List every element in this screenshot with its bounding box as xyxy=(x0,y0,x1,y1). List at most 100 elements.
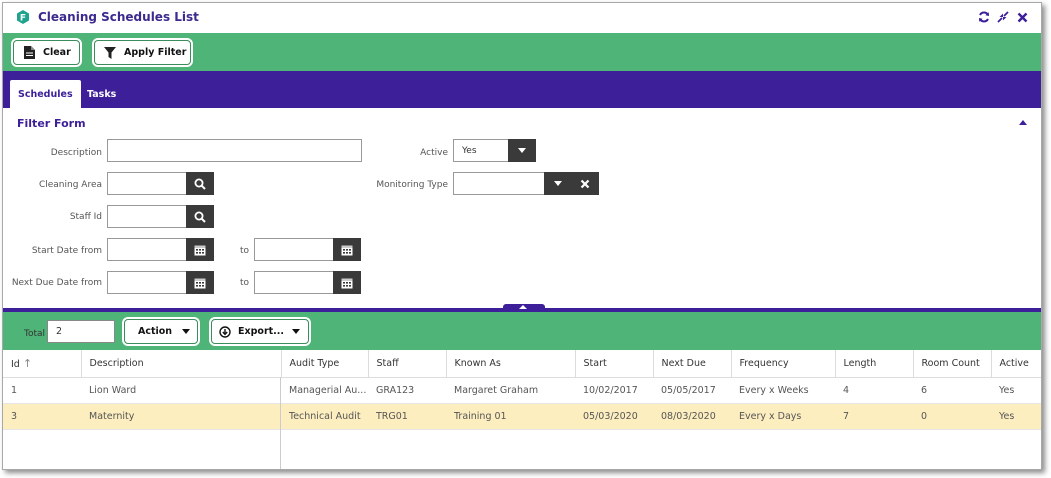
sort-ascending-icon: ↑ xyxy=(22,356,33,370)
cell-next-due: 08/03/2020 xyxy=(653,403,731,430)
schedules-grid: Id ↑ Description Audit Type Staff Known … xyxy=(3,350,1041,469)
next-due-to-input[interactable] xyxy=(254,271,334,294)
calendar-icon xyxy=(194,278,206,288)
grid-toolbar: Total 2 Action Export... xyxy=(3,312,1041,350)
cell-audit-type: Managerial Au... xyxy=(281,377,368,404)
monitoring-type-label: Monitoring Type xyxy=(376,180,448,190)
download-circle-icon xyxy=(219,325,231,338)
next-due-from-calendar-button[interactable] xyxy=(186,271,214,294)
cell-description: Lion Ward xyxy=(81,377,281,404)
staff-id-label: Staff Id xyxy=(69,212,102,222)
column-header-room-count[interactable]: Room Count xyxy=(913,350,992,378)
cell-start: 05/03/2020 xyxy=(575,403,653,430)
active-select[interactable]: Yes xyxy=(453,139,509,162)
tab-tasks[interactable]: Tasks xyxy=(79,80,124,108)
description-input[interactable] xyxy=(107,139,362,162)
chevron-up-icon xyxy=(519,305,527,309)
window-title: Cleaning Schedules List xyxy=(38,10,199,24)
filter-icon xyxy=(103,46,117,60)
chevron-down-icon xyxy=(518,148,526,153)
start-date-to-input[interactable] xyxy=(254,238,334,261)
column-header-description[interactable]: Description xyxy=(81,350,282,378)
clear-button[interactable]: Clear xyxy=(11,38,82,67)
chevron-down-icon xyxy=(292,329,300,334)
apply-filter-button[interactable]: Apply Filter xyxy=(92,38,193,67)
next-due-from-label: Next Due Date from xyxy=(11,278,102,288)
document-icon xyxy=(22,46,36,60)
app-logo-icon: F xyxy=(17,10,29,24)
cleaning-area-label: Cleaning Area xyxy=(38,180,102,190)
monitoring-type-select[interactable] xyxy=(453,172,545,195)
next-due-to-label: to xyxy=(239,278,249,288)
column-header-length[interactable]: Length xyxy=(835,350,914,378)
table-row[interactable]: 1 Lion Ward Managerial Au... GRA123 Marg… xyxy=(3,377,1041,404)
table-row-selected[interactable]: 3 Maternity Technical Audit TRG01 Traini… xyxy=(3,403,1041,430)
window-controls xyxy=(977,10,1029,24)
minimize-arrows-icon[interactable] xyxy=(996,10,1010,24)
next-due-from-input[interactable] xyxy=(107,271,187,294)
column-header-staff[interactable]: Staff xyxy=(368,350,447,378)
tab-schedules[interactable]: Schedules xyxy=(10,80,81,108)
collapse-filter-icon[interactable] xyxy=(1019,120,1027,125)
cell-length: 7 xyxy=(835,403,913,430)
column-header-next-due[interactable]: Next Due xyxy=(653,350,732,378)
start-date-to-calendar-button[interactable] xyxy=(333,238,361,261)
column-header-known-as[interactable]: Known As xyxy=(446,350,576,378)
frozen-column-divider xyxy=(280,377,281,469)
export-button-label: Export... xyxy=(238,326,284,337)
cell-audit-type: Technical Audit xyxy=(281,403,368,430)
total-count-field: 2 xyxy=(47,320,115,343)
chevron-down-icon xyxy=(554,181,562,186)
cell-frequency: Every x Days xyxy=(731,403,835,430)
start-date-to-label: to xyxy=(239,246,249,256)
column-header-active[interactable]: Active xyxy=(991,350,1041,378)
chevron-down-icon xyxy=(182,329,191,334)
cell-staff: TRG01 xyxy=(368,403,446,430)
description-label: Description xyxy=(50,148,102,158)
cell-description: Maternity xyxy=(81,403,281,430)
cell-id: 1 xyxy=(3,377,81,404)
start-date-from-input[interactable] xyxy=(107,238,187,261)
filter-form-title: Filter Form xyxy=(17,117,86,130)
close-icon[interactable] xyxy=(1015,10,1029,24)
cell-room-count: 6 xyxy=(913,377,991,404)
tab-bar: Schedules Tasks xyxy=(3,71,1041,108)
cell-known-as: Training 01 xyxy=(446,403,575,430)
cleaning-schedules-window: F Cleaning Schedules List Clear Apply Fi… xyxy=(2,2,1042,470)
refresh-icon[interactable] xyxy=(977,10,991,24)
cell-next-due: 05/05/2017 xyxy=(653,377,731,404)
cell-known-as: Margaret Graham xyxy=(446,377,575,404)
cleaning-area-search-button[interactable] xyxy=(186,172,214,195)
cell-active: Yes xyxy=(991,403,1041,430)
svg-text:F: F xyxy=(20,14,26,24)
clear-x-icon xyxy=(580,179,590,188)
staff-id-search-button[interactable] xyxy=(186,205,214,228)
calendar-icon xyxy=(194,245,206,255)
next-due-to-calendar-button[interactable] xyxy=(333,271,361,294)
cleaning-area-input[interactable] xyxy=(107,172,187,195)
main-toolbar: Clear Apply Filter xyxy=(3,33,1041,71)
export-button[interactable]: Export... xyxy=(209,317,311,346)
cell-id: 3 xyxy=(3,403,81,430)
title-bar: F Cleaning Schedules List xyxy=(3,3,1041,32)
monitoring-type-clear-button[interactable] xyxy=(571,172,599,195)
apply-filter-button-label: Apply Filter xyxy=(124,47,187,58)
staff-id-input[interactable] xyxy=(107,205,187,228)
cell-room-count: 0 xyxy=(913,403,991,430)
search-icon xyxy=(194,211,206,223)
total-label: Total xyxy=(24,329,46,339)
action-button[interactable]: Action xyxy=(122,317,200,346)
schedules-table: Id ↑ Description Audit Type Staff Known … xyxy=(3,350,1041,430)
search-icon xyxy=(194,178,206,190)
column-header-start[interactable]: Start xyxy=(575,350,654,378)
column-header-frequency[interactable]: Frequency xyxy=(731,350,836,378)
table-header-row: Id ↑ Description Audit Type Staff Known … xyxy=(3,350,1041,378)
column-header-audit-type[interactable]: Audit Type xyxy=(281,350,369,378)
active-label: Active xyxy=(420,148,448,158)
start-date-from-calendar-button[interactable] xyxy=(186,238,214,261)
calendar-icon xyxy=(341,245,353,255)
column-header-id[interactable]: Id ↑ xyxy=(3,350,82,378)
cell-active: Yes xyxy=(991,377,1041,404)
monitoring-type-dropdown-button[interactable] xyxy=(544,172,572,195)
active-dropdown-button[interactable] xyxy=(508,139,536,162)
